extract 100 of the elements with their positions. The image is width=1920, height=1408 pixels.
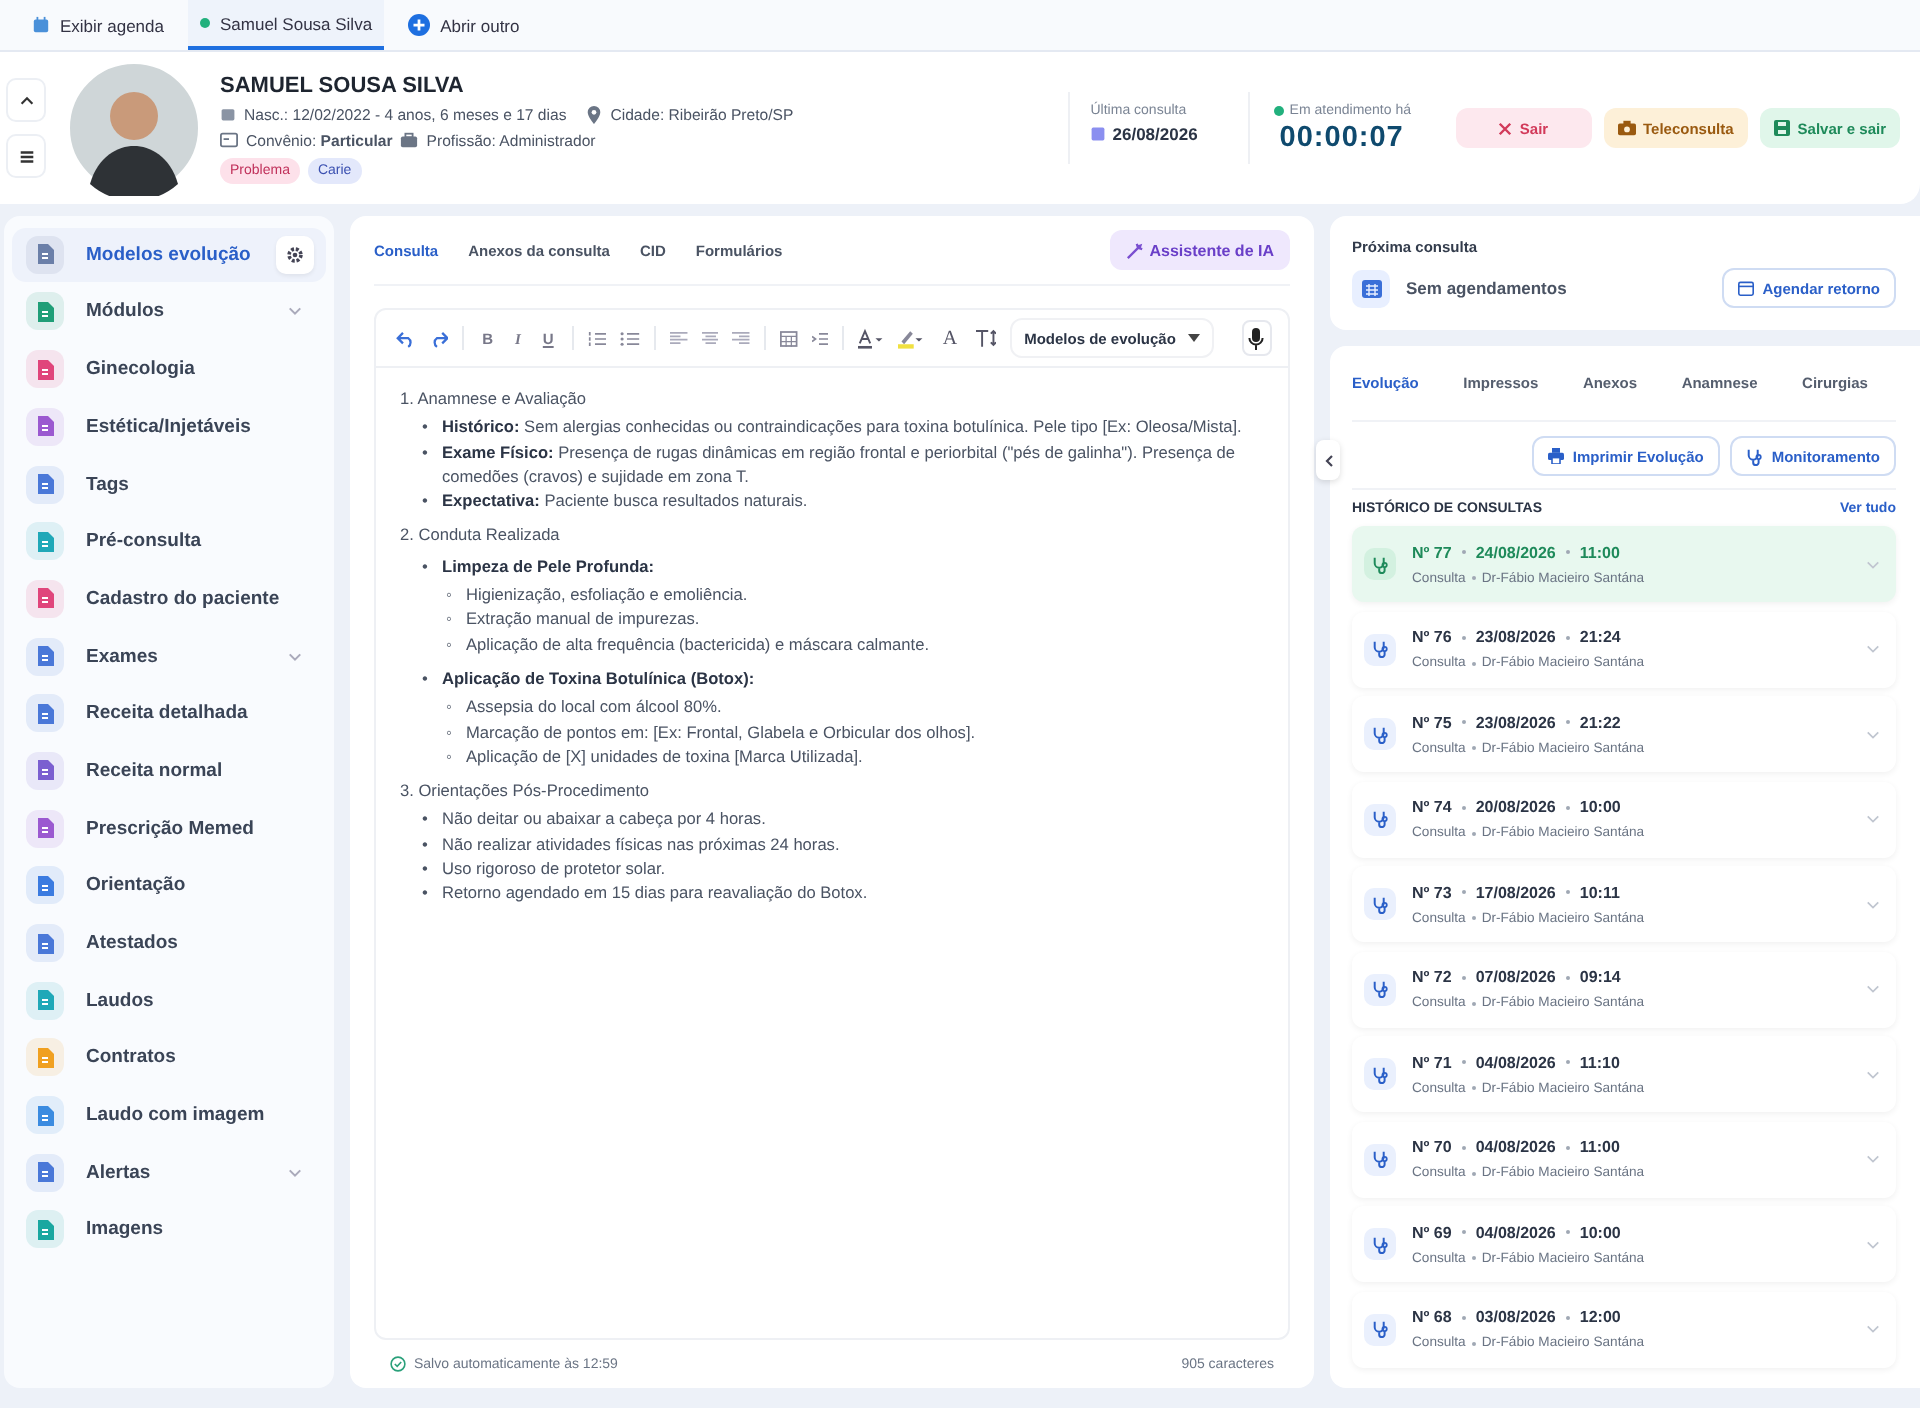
redo-icon[interactable]: [429, 329, 449, 347]
sidebar-item[interactable]: Cadastro do paciente: [12, 572, 326, 626]
sidebar-item[interactable]: Modelos evolução: [12, 228, 326, 281]
sidebar-item[interactable]: Receita detalhada: [12, 687, 326, 740]
sub-bullet: ◦: [446, 582, 454, 607]
consultation-number: Nº 76: [1412, 628, 1452, 646]
sidebar-item[interactable]: Ginecologia: [12, 342, 326, 396]
stethoscope-icon: [1364, 1228, 1396, 1260]
table-icon[interactable]: [779, 329, 798, 347]
note-text: Histórico: Sem alergias conhecidas ou contraindicações para toxina botulínica. Pele tipo [Ex: Oleosa/Mista].: [442, 414, 1242, 440]
sidebar-item[interactable]: Contratos: [12, 1031, 326, 1085]
font-button[interactable]: A: [938, 327, 962, 349]
microphone-button[interactable]: [1241, 320, 1273, 356]
text-size-icon[interactable]: [975, 328, 997, 348]
sidebar-item[interactable]: Prescrição Memed: [12, 801, 326, 855]
sidebar-item[interactable]: Atestados: [12, 916, 326, 970]
consultation-date: 07/08/2026: [1475, 968, 1556, 986]
sub-bullet: ◦: [446, 743, 454, 769]
sidebar-item[interactable]: Módulos: [12, 285, 326, 339]
collapse-button[interactable]: [6, 78, 46, 122]
session-timer: 00:00:07: [1277, 121, 1406, 153]
plus-icon: [408, 14, 431, 36]
consultation-time: 10:00: [1579, 1223, 1621, 1241]
align-right-icon[interactable]: [732, 330, 750, 346]
chevron-icon: [1866, 1154, 1880, 1164]
consultation-time: 09:14: [1579, 968, 1621, 986]
patient-tab[interactable]: Exibir agenda: [20, 0, 176, 50]
bullet: •: [422, 856, 430, 881]
bullet: •: [422, 665, 430, 691]
bullet: •: [422, 439, 430, 466]
consultation-number: Nº 69: [1412, 1223, 1452, 1241]
consultation-number: Nº 71: [1412, 1053, 1452, 1071]
consultation-time: 21:22: [1579, 713, 1621, 731]
caret-icon: [1187, 334, 1200, 342]
microphone-icon: [1248, 327, 1265, 349]
sidebar-item[interactable]: Pré-consulta: [12, 514, 326, 568]
consultation-number: Nº 77: [1412, 543, 1452, 561]
status-dot: [199, 18, 210, 28]
sidebar-item[interactable]: Laudo com imagem: [12, 1088, 326, 1142]
menu-button[interactable]: [6, 134, 46, 178]
chevron-icon: [1866, 814, 1880, 824]
sidebar-item[interactable]: Estética/Injetáveis: [12, 400, 326, 454]
consultation-date: 04/08/2026: [1475, 1053, 1556, 1071]
chevron-up-icon: [17, 91, 35, 109]
camera-icon: [1617, 120, 1635, 136]
highlighter-icon[interactable]: [898, 327, 925, 349]
align-center-icon[interactable]: [701, 330, 719, 346]
consultation-time: 10:00: [1579, 798, 1621, 816]
note-text: Não deitar ou abaixar a cabeça por 4 horas.: [442, 806, 766, 832]
next-visit-status: Sem agendamentos: [1406, 278, 1567, 298]
consultation-date: 03/08/2026: [1475, 1308, 1556, 1326]
check-circle-icon: [390, 1356, 406, 1372]
consultation-number: Nº 74: [1412, 798, 1452, 816]
stethoscope-icon: [1364, 1143, 1396, 1175]
save-icon: [1773, 120, 1790, 136]
sidebar-item[interactable]: Laudos: [12, 973, 326, 1027]
consultation-date: 04/08/2026: [1475, 1223, 1556, 1241]
sidebar-item[interactable]: Orientação: [12, 859, 326, 913]
stethoscope-icon: [1364, 548, 1396, 580]
consultation-time: 21:24: [1579, 628, 1621, 646]
sidebar-item[interactable]: Tags: [12, 457, 326, 511]
close-icon: [1497, 121, 1512, 135]
settings-button[interactable]: [276, 235, 314, 274]
text-color-icon[interactable]: [858, 327, 885, 349]
bullet: •: [422, 831, 430, 857]
patient-tab[interactable]: Abrir outro: [396, 0, 532, 50]
briefcase-icon: [400, 132, 419, 148]
indent-icon[interactable]: [811, 329, 829, 347]
consultation-number: Nº 72: [1412, 968, 1452, 986]
consultation-date: 17/08/2026: [1475, 883, 1556, 901]
sidebar-item[interactable]: Alertas: [12, 1146, 326, 1199]
bullet-list-icon[interactable]: [620, 329, 640, 347]
stethoscope-icon: [1364, 633, 1396, 665]
sidebar-item[interactable]: Exames: [12, 629, 326, 683]
collapse-panel-button[interactable]: [1316, 440, 1340, 480]
undo-icon[interactable]: [396, 329, 416, 347]
bullet: •: [422, 414, 430, 440]
avatar: [66, 60, 202, 196]
consultation-time: 11:10: [1579, 1053, 1620, 1071]
stethoscope-icon: [1364, 973, 1396, 1005]
note-text: Extração manual de impurezas.: [466, 606, 700, 632]
align-left-icon[interactable]: [669, 330, 687, 346]
sub-bullet: ◦: [446, 606, 454, 632]
ai-assistant-button[interactable]: Assistente de IA: [1109, 230, 1290, 270]
sidebar-item[interactable]: Imagens: [12, 1203, 326, 1257]
note-text: Aplicação de [X] unidades de toxina [Marca Utilizada].: [466, 743, 863, 769]
last-visit-date: 26/08/2026: [1112, 124, 1198, 144]
patient-tab[interactable]: Samuel Sousa Silva: [187, 0, 385, 50]
consultation-time: 11:00: [1579, 543, 1620, 561]
consultation-time: 10:11: [1579, 883, 1620, 901]
numbered-list-icon[interactable]: [587, 329, 607, 347]
procedure-title: Aplicação de Toxina Botulínica (Botox):: [442, 665, 755, 691]
printer-icon: [1548, 448, 1565, 464]
bullet: •: [422, 806, 430, 832]
consultation-date: 23/08/2026: [1475, 713, 1556, 731]
sidebar-item[interactable]: Receita normal: [12, 744, 326, 798]
section-heading: 3. Orientações Pós-Procedimento: [400, 778, 652, 803]
menu-icon: [17, 147, 35, 165]
consultation-date: 24/08/2026: [1475, 543, 1556, 561]
chevron-icon: [1866, 984, 1880, 994]
